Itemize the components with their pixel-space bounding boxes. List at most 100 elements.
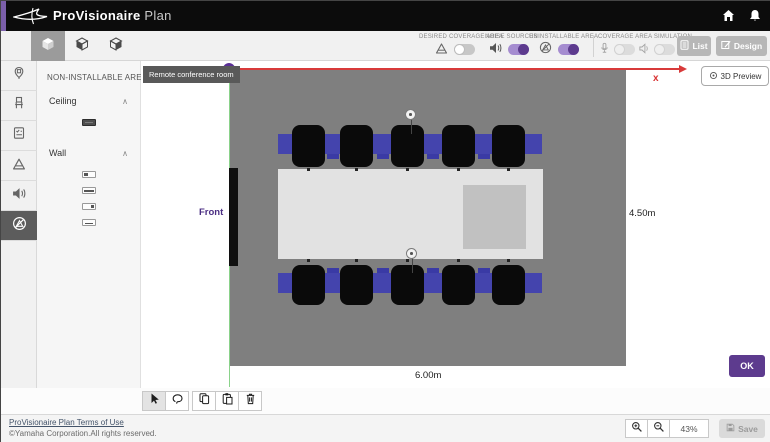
microphone-object[interactable] (406, 248, 417, 259)
snap-dot (355, 259, 358, 262)
toggle-knob (614, 44, 625, 55)
wall-object-item[interactable] (82, 219, 96, 226)
desk-segment (424, 273, 442, 293)
zoom-in-button[interactable] (625, 419, 648, 438)
sidebar-item-checklist[interactable] (1, 121, 37, 151)
snap-dot (457, 168, 460, 171)
chair-icon (12, 96, 26, 115)
design-icon (721, 40, 731, 52)
copy-tool-button[interactable] (192, 391, 216, 411)
chair-object[interactable] (391, 265, 424, 305)
sidebar-item-placement[interactable] (1, 61, 37, 91)
chair-object[interactable] (340, 125, 373, 167)
wall-object-item[interactable] (82, 171, 96, 178)
chair-object[interactable] (492, 265, 525, 305)
snap-dot (406, 168, 409, 171)
chair-object[interactable] (442, 125, 475, 167)
chair-object[interactable] (442, 265, 475, 305)
toggle-knob (568, 44, 579, 55)
list-icon (680, 40, 689, 52)
select-icon (148, 392, 161, 410)
microphone-object[interactable] (405, 109, 416, 120)
sidebar-item-furniture[interactable] (1, 91, 37, 121)
snap-dot (355, 168, 358, 171)
desk-segment (424, 134, 442, 154)
desired-coverage-area-toggle[interactable] (454, 44, 475, 55)
room-width-dimension: 6.00m (415, 370, 441, 381)
uninstallable-icon (539, 41, 552, 59)
desk-leg (478, 268, 490, 273)
bell-icon[interactable] (749, 9, 761, 27)
design-button-label: Design (734, 41, 762, 51)
tab-view-2[interactable] (65, 31, 99, 61)
plan-canvas[interactable]: x Remote conference room (141, 61, 770, 388)
noise-sources-control: NOISE SOURCES (485, 34, 533, 56)
noise-sources-toggle[interactable] (508, 44, 529, 55)
desk-segment (525, 273, 542, 293)
front-display-object[interactable] (229, 168, 238, 266)
ok-button[interactable]: OK (729, 355, 765, 377)
main-area: NON-INSTALLABLE AREAS Ceiling ∧ Wall ∧ x (1, 61, 770, 388)
desk-leg (427, 154, 439, 159)
chevron-up-icon: ∧ (122, 97, 128, 106)
zoom-in-icon (631, 420, 643, 438)
app-title-primary: ProVisionaire (53, 8, 140, 23)
chair-object[interactable] (340, 265, 373, 305)
ok-button-label: OK (740, 361, 754, 371)
toggle-knob (454, 44, 465, 55)
view-tabs (31, 31, 133, 61)
zoom-out-button[interactable] (647, 419, 670, 438)
chair-object[interactable] (492, 125, 525, 167)
3d-preview-button[interactable]: 3D Preview (701, 66, 769, 86)
uninstallable-area-toggle[interactable] (558, 44, 579, 55)
panel-title: NON-INSTALLABLE AREAS (37, 61, 140, 88)
group-label: Ceiling (49, 96, 77, 106)
group-header-ceiling[interactable]: Ceiling ∧ (37, 88, 140, 110)
home-icon[interactable] (722, 9, 735, 27)
app-title-secondary: Plan (144, 8, 171, 23)
chair-object[interactable] (391, 125, 424, 167)
sidebar-item-noise-sources[interactable] (1, 181, 37, 211)
tab-view-3[interactable] (99, 31, 133, 61)
sidebar-item-uninstallable-area[interactable] (1, 211, 37, 241)
wall-object-item[interactable] (82, 187, 96, 194)
room-height-dimension: 4.50m (629, 208, 655, 219)
design-button[interactable]: Design (716, 36, 767, 56)
desk-leg (327, 268, 339, 273)
terms-of-use-link[interactable]: ProVisionaire Plan Terms of Use (9, 418, 157, 427)
zoom-level-value[interactable]: 43% (669, 419, 709, 438)
desk-leg (377, 268, 389, 273)
noise-sources-label: NOISE SOURCES (485, 34, 533, 40)
sidebar-item-desired-coverage-area[interactable] (1, 151, 37, 181)
group-header-wall[interactable]: Wall ∧ (37, 140, 140, 162)
cube-icon (41, 37, 55, 56)
desk-leg (427, 268, 439, 273)
delete-tool-button[interactable] (238, 391, 262, 411)
lasso-tool-button[interactable] (165, 391, 189, 411)
tab-view-1[interactable] (31, 31, 65, 61)
desk-segment (475, 134, 492, 154)
desk-segment (325, 273, 340, 293)
coverage-area-simulation-label: COVERAGE AREA SIMULATION (598, 34, 676, 40)
desk-leg (327, 154, 339, 159)
simulation-mic-toggle[interactable] (614, 44, 635, 55)
chair-object[interactable] (292, 265, 325, 305)
pin-icon (12, 66, 26, 85)
microphone-stem (412, 258, 413, 273)
wall-object-item[interactable] (82, 203, 96, 210)
list-button[interactable]: List (677, 36, 711, 56)
coverage-area-simulation-control: COVERAGE AREA SIMULATION (598, 34, 676, 56)
simulation-speaker-toggle[interactable] (654, 44, 675, 55)
mic-icon (599, 41, 610, 59)
zoom-out-icon (653, 420, 665, 438)
select-tool-button[interactable] (142, 391, 166, 411)
desk-segment (525, 134, 542, 154)
uninstallable-area-control: UNINSTALLABLE AREA (529, 34, 589, 56)
snap-dot (457, 259, 460, 262)
delete-icon (244, 392, 257, 410)
paste-tool-button[interactable] (215, 391, 239, 411)
footer-bar: ProVisionaire Plan Terms of Use ©Yamaha … (1, 414, 770, 442)
chair-object[interactable] (292, 125, 325, 167)
save-button[interactable]: Save (719, 419, 765, 438)
ceiling-object-item[interactable] (82, 119, 96, 126)
